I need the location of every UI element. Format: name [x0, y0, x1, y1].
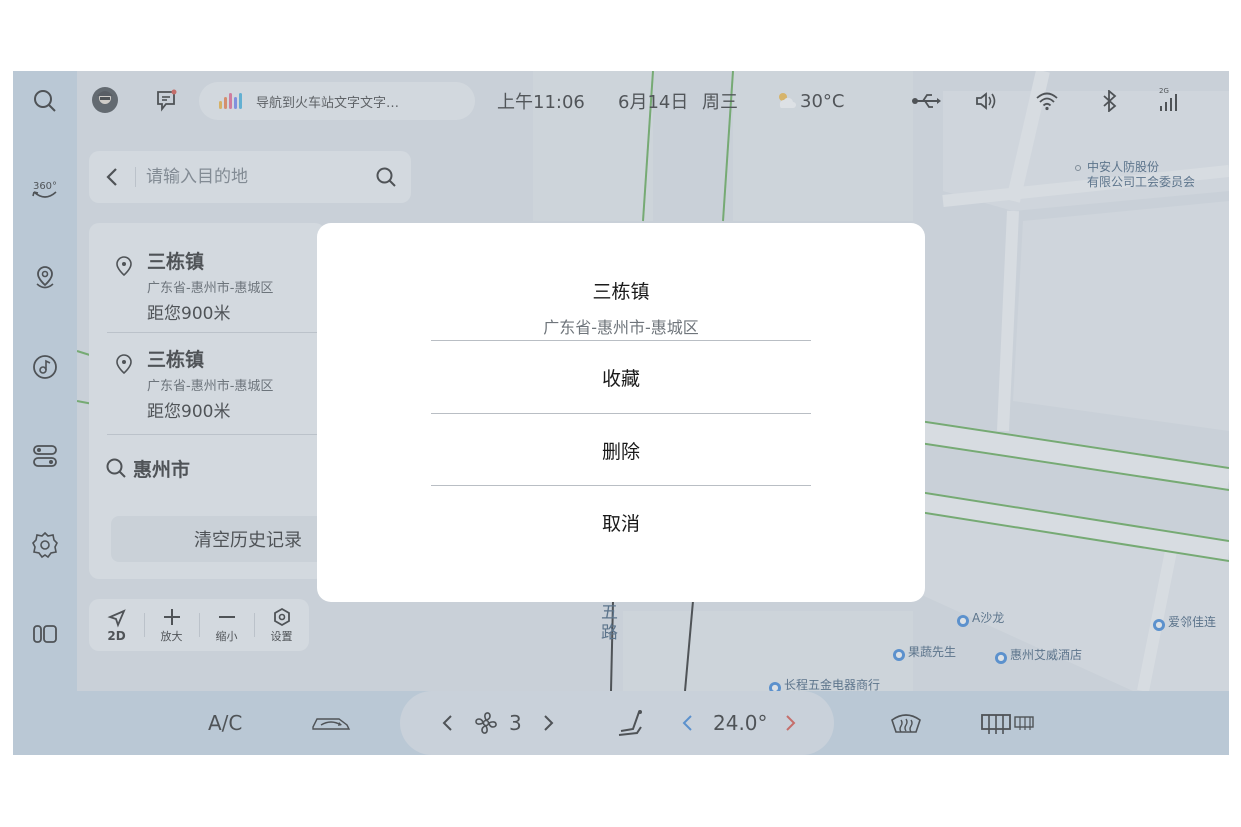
car-screen: 中安人防股份 有限公司工会委员会 五 路 ● A沙龙 ● 果蔬先生 ● 惠州艾威酒店 …: [13, 71, 1229, 755]
cancel-button[interactable]: 取消: [431, 486, 811, 558]
history-action-dialog: 三栋镇 广东省-惠州市-惠城区 收藏 删除 取消: [317, 223, 925, 602]
delete-button[interactable]: 删除: [431, 414, 811, 486]
favorite-button[interactable]: 收藏: [431, 341, 811, 413]
dialog-title: 三栋镇: [592, 281, 650, 303]
dialog-subtitle: 广东省-惠州市-惠城区: [543, 318, 699, 337]
